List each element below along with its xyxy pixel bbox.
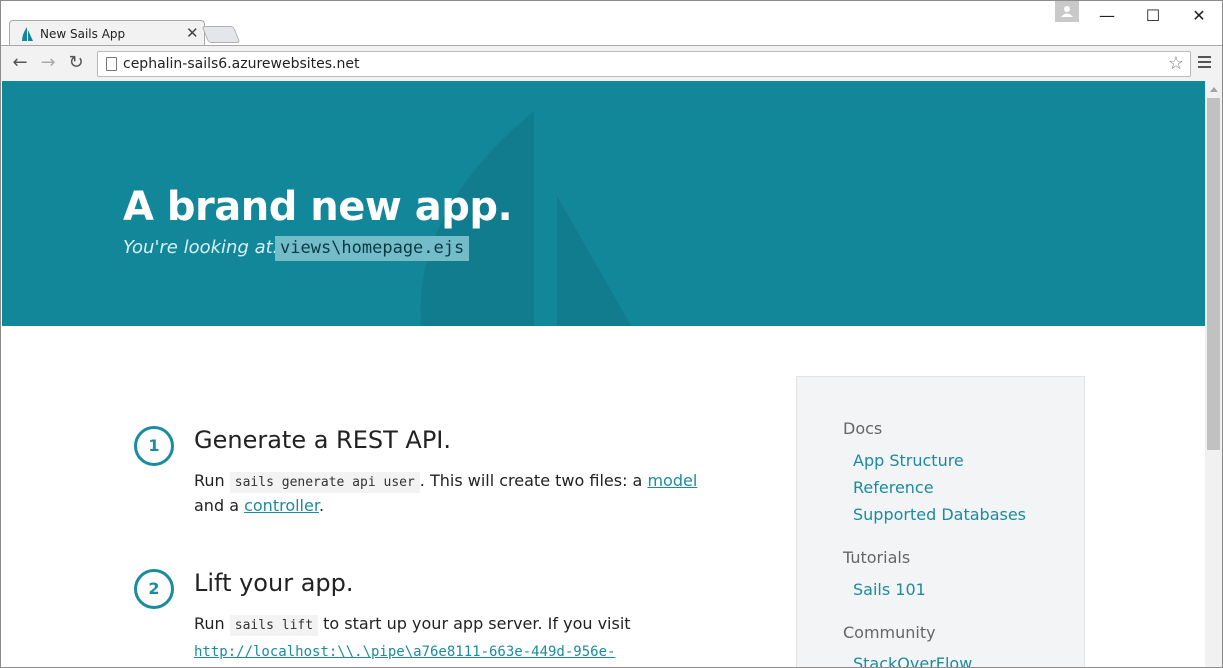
step-title: Generate a REST API. xyxy=(194,426,452,454)
step-text: Run xyxy=(194,614,225,633)
forward-button[interactable]: → xyxy=(37,52,59,74)
browser-window: New Sails App ✕ — ☐ ✕ ← → ↻ cephalin-sai… xyxy=(0,0,1223,668)
step-number: 2 xyxy=(134,569,174,609)
hero-title: A brand new app. xyxy=(123,184,513,230)
back-button[interactable]: ← xyxy=(9,52,31,74)
step-text-line: Run sails lift to start up your app serv… xyxy=(194,611,631,638)
hero-banner: A brand new app. You're looking at: view… xyxy=(2,81,1205,326)
user-icon xyxy=(1061,6,1073,17)
page-icon xyxy=(106,57,117,71)
address-bar[interactable]: cephalin-sails6.azurewebsites.net ☆ xyxy=(97,51,1191,77)
tab-title: New Sails App xyxy=(40,27,126,41)
sails-favicon-icon xyxy=(22,27,33,41)
resources-sidebar: Docs App Structure Reference Supported D… xyxy=(796,376,1085,667)
step-text: . xyxy=(318,496,325,515)
step-text-line: Run sails generate api user. This will c… xyxy=(194,468,697,495)
sidebar-link-stackoverflow[interactable]: StackOverFlow xyxy=(853,654,972,667)
step-text-line: and a controller. xyxy=(194,493,324,518)
tab-close-icon[interactable]: ✕ xyxy=(186,24,199,42)
maximize-button[interactable]: ☐ xyxy=(1130,3,1176,29)
reload-button[interactable]: ↻ xyxy=(65,52,87,74)
step-text: . This will create two files: a xyxy=(419,471,643,490)
step-title: Lift your app. xyxy=(194,569,354,597)
sidebar-link-reference[interactable]: Reference xyxy=(853,478,934,497)
sidebar-link-app-structure[interactable]: App Structure xyxy=(853,451,964,470)
inline-code: sails lift xyxy=(229,615,319,636)
inline-code: sails generate api user xyxy=(229,472,420,493)
close-window-button[interactable]: ✕ xyxy=(1176,3,1222,29)
profile-button[interactable] xyxy=(1055,1,1079,22)
sidebar-link-sails-101[interactable]: Sails 101 xyxy=(853,580,926,599)
scroll-up-arrow-icon[interactable] xyxy=(1210,87,1218,92)
new-tab-button[interactable] xyxy=(201,26,241,43)
page-scrollbar[interactable] xyxy=(1205,81,1222,667)
url-text[interactable]: cephalin-sails6.azurewebsites.net xyxy=(123,56,359,72)
chrome-menu-button[interactable] xyxy=(1196,53,1212,73)
browser-toolbar: ← → ↻ cephalin-sails6.azurewebsites.net … xyxy=(1,45,1222,81)
step-number: 1 xyxy=(134,426,174,466)
scrollbar-thumb[interactable] xyxy=(1207,98,1220,450)
tab-strip: New Sails App ✕ — ☐ ✕ xyxy=(1,1,1222,46)
sidebar-heading-tutorials: Tutorials xyxy=(843,548,911,567)
step-text: to start up your app server. If you visi… xyxy=(323,614,631,633)
minimize-button[interactable]: — xyxy=(1084,3,1130,29)
bookmark-star-icon[interactable]: ☆ xyxy=(1168,53,1184,74)
step-text: and a xyxy=(194,496,239,515)
sidebar-heading-docs: Docs xyxy=(843,419,883,438)
step-text-line: http://localhost:\\.\pipe\a76e8111-663e-… xyxy=(194,638,615,665)
controller-link[interactable]: controller xyxy=(244,496,319,515)
step-text: Run xyxy=(194,471,225,490)
hero-subtitle: You're looking at: xyxy=(123,237,279,258)
model-link[interactable]: model xyxy=(647,471,697,490)
sidebar-heading-community: Community xyxy=(843,623,936,642)
sidebar-link-supported-databases[interactable]: Supported Databases xyxy=(853,505,1026,524)
page-viewport: A brand new app. You're looking at: view… xyxy=(2,81,1205,667)
hero-code-path: views\homepage.ejs xyxy=(275,236,470,261)
browser-tab[interactable]: New Sails App ✕ xyxy=(9,20,205,46)
localhost-link[interactable]: http://localhost:\\.\pipe\a76e8111-663e-… xyxy=(194,644,615,660)
